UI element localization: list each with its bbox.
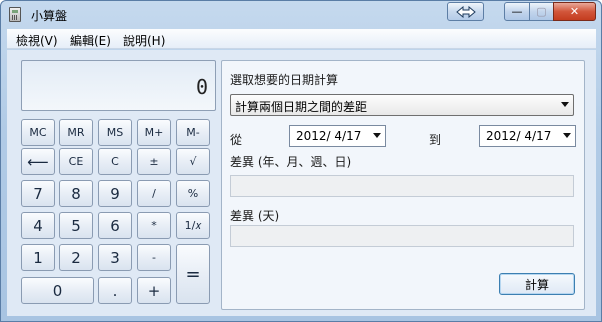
key-sign[interactable]: ±: [137, 148, 171, 175]
key-7[interactable]: 7: [21, 180, 55, 207]
chevron-down-icon: [373, 133, 381, 138]
key-mr[interactable]: MR: [59, 119, 93, 146]
key-m-minus[interactable]: M-: [176, 119, 210, 146]
calculation-prompt: 選取想要的日期計算: [230, 73, 339, 87]
title-bar[interactable]: 小算盤 — ▢ ✕: [1, 1, 601, 29]
key-sqrt[interactable]: √: [176, 148, 210, 175]
calculator-display: 0: [21, 60, 216, 111]
menu-help[interactable]: 說明(H): [123, 32, 165, 49]
difference-output: [230, 175, 574, 197]
display-value: 0: [195, 75, 208, 99]
key-2[interactable]: 2: [59, 244, 93, 271]
key-decimal[interactable]: .: [98, 277, 132, 304]
key-ce[interactable]: CE: [59, 148, 93, 175]
from-date-value: 2012/ 4/17: [296, 129, 362, 143]
to-label: 到: [429, 133, 442, 147]
calculation-mode-select[interactable]: 計算兩個日期之間的差距: [230, 94, 574, 116]
key-0[interactable]: 0: [21, 277, 94, 304]
date-calculation-panel: 選取想要的日期計算 計算兩個日期之間的差距 從 2012/ 4/17 到 201…: [221, 60, 585, 310]
from-label: 從: [230, 133, 243, 147]
minimize-icon: —: [511, 5, 523, 18]
to-date-picker[interactable]: 2012/ 4/17: [479, 125, 576, 147]
from-date-picker[interactable]: 2012/ 4/17: [289, 125, 386, 147]
swap-arrows-icon: [455, 5, 476, 18]
key-multiply[interactable]: *: [137, 212, 171, 239]
difference-days-label: 差異 (天): [230, 209, 280, 223]
key-equals[interactable]: =: [176, 244, 210, 304]
difference-days-output: [230, 225, 574, 247]
key-reciprocal[interactable]: 1/𝑥: [176, 212, 210, 239]
key-mc[interactable]: MC: [21, 119, 55, 146]
key-add[interactable]: +: [137, 277, 171, 304]
key-backspace[interactable]: ⟵: [21, 148, 55, 175]
calculate-button[interactable]: 計算: [499, 273, 575, 295]
key-3[interactable]: 3: [98, 244, 132, 271]
calculation-mode-value: 計算兩個日期之間的差距: [235, 100, 368, 114]
calculator-icon: [9, 7, 21, 22]
difference-label: 差異 (年、月、週、日): [230, 155, 352, 169]
key-c[interactable]: C: [98, 148, 132, 175]
calculator-window: 小算盤 — ▢ ✕ 檢視(V) 編輯(E) 說明(H) 0 MC MR MS M…: [0, 0, 602, 322]
menu-edit[interactable]: 編輯(E): [70, 32, 111, 49]
client-area: 0 MC MR MS M+ M- ⟵ CE C ± √ 7 8 9 / % 4 …: [7, 50, 596, 316]
key-subtract[interactable]: -: [137, 244, 171, 271]
key-6[interactable]: 6: [98, 212, 132, 239]
close-icon: ✕: [569, 5, 580, 18]
key-8[interactable]: 8: [59, 180, 93, 207]
maximize-icon: ▢: [536, 5, 547, 18]
key-divide[interactable]: /: [137, 180, 171, 207]
window-title: 小算盤: [31, 9, 68, 23]
close-button[interactable]: ✕: [553, 2, 596, 21]
key-1[interactable]: 1: [21, 244, 55, 271]
to-date-value: 2012/ 4/17: [486, 129, 552, 143]
menu-view[interactable]: 檢視(V): [16, 32, 58, 49]
key-m-plus[interactable]: M+: [137, 119, 171, 146]
chevron-down-icon: [561, 102, 569, 107]
key-5[interactable]: 5: [59, 212, 93, 239]
maximize-button[interactable]: ▢: [529, 2, 554, 21]
key-9[interactable]: 9: [98, 180, 132, 207]
menu-bar: 檢視(V) 編輯(E) 說明(H): [7, 29, 596, 49]
minimize-button[interactable]: —: [504, 2, 530, 21]
key-percent[interactable]: %: [176, 180, 210, 207]
unit-conversion-button[interactable]: [447, 2, 484, 21]
chevron-down-icon: [563, 133, 571, 138]
key-ms[interactable]: MS: [98, 119, 132, 146]
key-4[interactable]: 4: [21, 212, 55, 239]
